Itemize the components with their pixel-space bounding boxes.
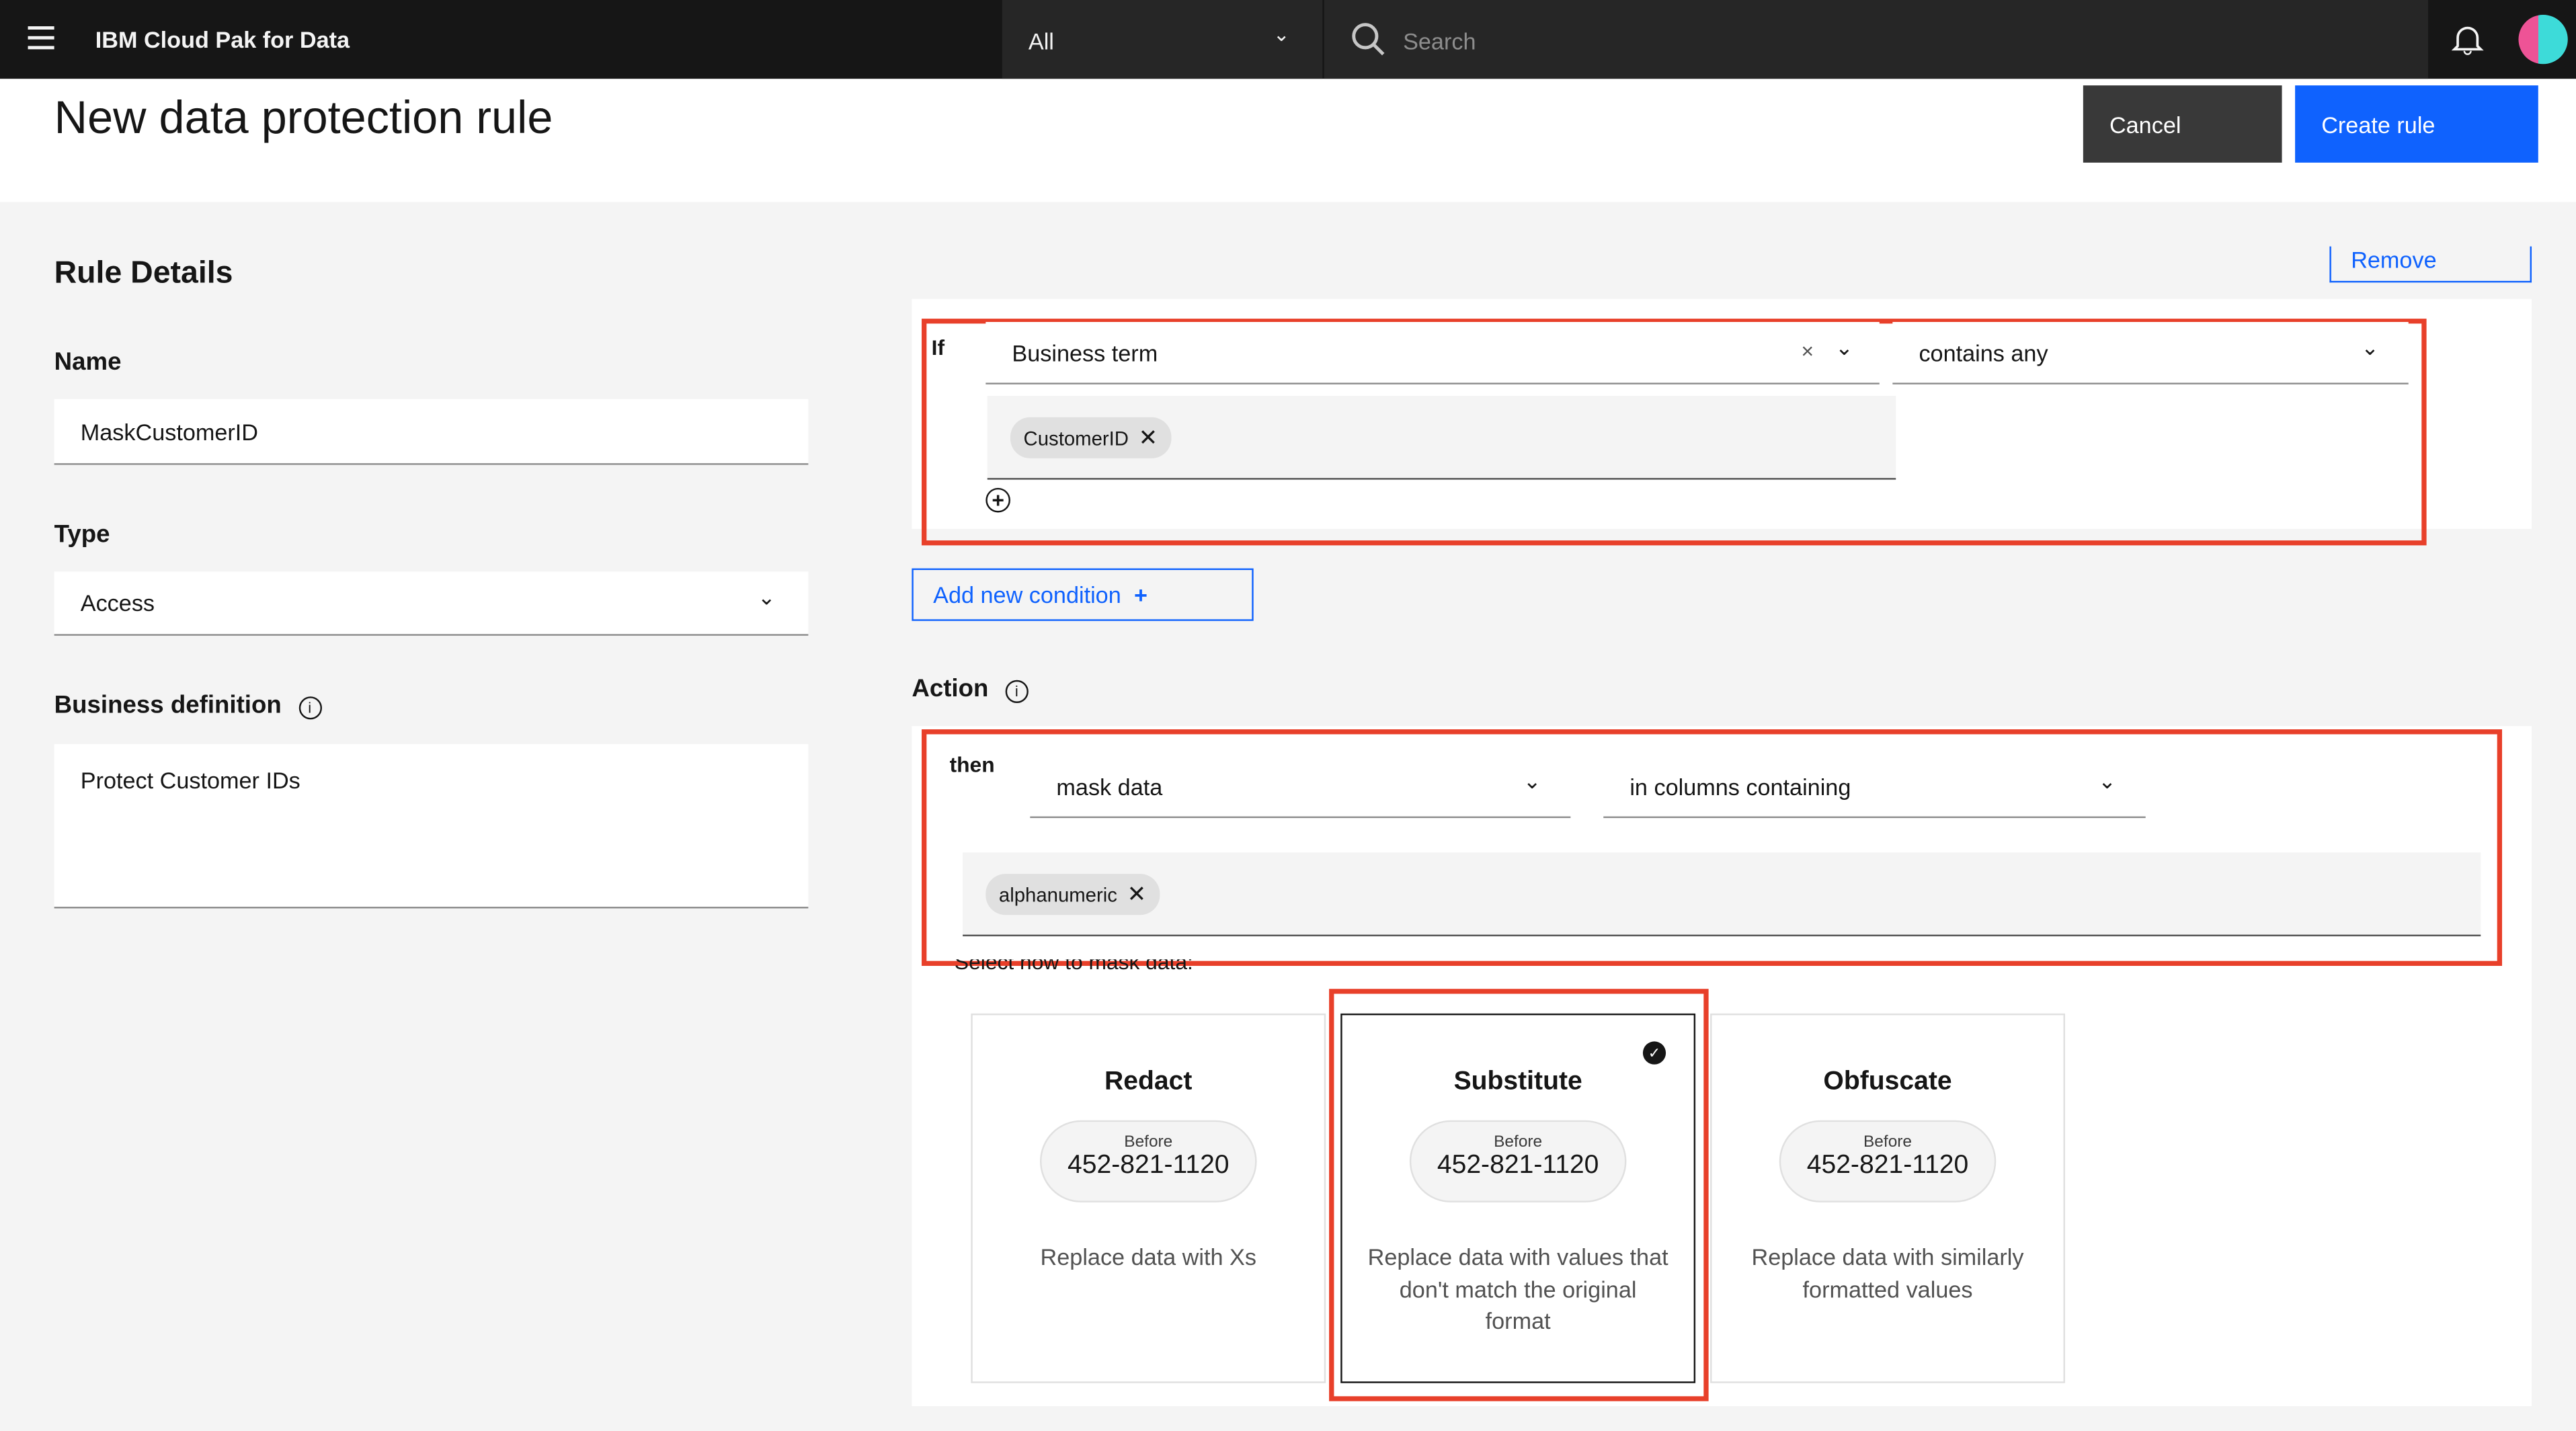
plus-icon: + (1134, 581, 1148, 608)
add-condition-label: Add new condition (933, 581, 1121, 608)
page-header: New data protection rule Cancel Create r… (0, 79, 2576, 202)
name-label: Name (54, 348, 122, 376)
then-label: then (949, 752, 995, 777)
before-label: Before (1863, 1133, 1913, 1152)
chevron-down-icon: ⌄ (1523, 768, 1541, 794)
option-description: Replace data with similarly formatted va… (1751, 1243, 2024, 1302)
search-bar[interactable]: Search (1324, 0, 2429, 79)
chevron-down-icon: ⌄ (2098, 768, 2116, 794)
sample-pill: Before 452-821-1120 (1779, 1120, 1997, 1202)
action-verb-select[interactable]: mask data ⌄ (1030, 755, 1571, 819)
before-label: Before (1124, 1133, 1173, 1152)
sample-value: 452-821-1120 (1067, 1151, 1230, 1180)
business-definition-text: Business definition (54, 691, 282, 720)
action-heading: Action i (912, 675, 1029, 703)
chevron-down-icon: ⌄ (757, 585, 776, 610)
action-scope-value: in columns containing (1629, 772, 1851, 799)
tag: CustomerID ✕ (1010, 417, 1171, 458)
name-input[interactable]: MaskCustomerID (54, 399, 809, 465)
option-description: Replace data with Xs (1040, 1243, 1256, 1270)
scope-value: All (1028, 28, 1054, 54)
top-nav-bar: IBM Cloud Pak for Data All ⌄ Search (0, 0, 2576, 79)
avatar[interactable] (2518, 14, 2568, 65)
type-label: Type (54, 520, 110, 549)
sample-value: 452-821-1120 (1806, 1151, 1969, 1180)
cancel-button[interactable]: Cancel (2083, 85, 2282, 163)
app-title[interactable]: IBM Cloud Pak for Data (95, 26, 350, 52)
info-icon[interactable]: i (1005, 680, 1029, 703)
tag-label: alphanumeric (998, 883, 1117, 906)
business-definition-label: Business definition i (54, 692, 321, 720)
info-icon[interactable]: i (298, 696, 321, 720)
tag: alphanumeric ✕ (985, 874, 1160, 915)
select-mask-label: Select how to mask data: (954, 959, 1193, 975)
tag-label: CustomerID (1023, 426, 1129, 450)
page-title: New data protection rule (54, 91, 553, 143)
operator-value: contains any (1919, 339, 2048, 366)
mask-option-obfuscate[interactable]: Obfuscate Before 452-821-1120 Replace dat… (1710, 1013, 2065, 1383)
search-icon (1352, 23, 1385, 56)
menu-icon[interactable] (28, 26, 54, 50)
clear-icon[interactable]: × (1801, 338, 1814, 363)
add-circle-icon[interactable]: + (985, 487, 1010, 513)
search-placeholder: Search (1403, 28, 1476, 54)
type-value: Access (80, 589, 155, 616)
scope-dropdown[interactable]: All ⌄ (1002, 0, 1323, 79)
action-verb-value: mask data (1056, 772, 1163, 799)
close-icon[interactable]: ✕ (1127, 881, 1147, 909)
rule-details-heading: Rule Details (54, 256, 233, 291)
business-definition-textarea[interactable]: Protect Customer IDs (54, 744, 809, 909)
option-title: Obfuscate (1823, 1067, 1952, 1096)
action-heading-text: Action (912, 675, 989, 703)
notification-bell-icon[interactable] (2451, 23, 2484, 56)
chevron-down-icon: ⌄ (1273, 23, 1290, 46)
mask-option-redact[interactable]: Redact Before 452-821-1120 Replace data w… (971, 1013, 1326, 1383)
type-select[interactable]: Access ⌄ (54, 571, 809, 636)
create-rule-button[interactable]: Create rule (2295, 85, 2538, 163)
property-select[interactable]: Business term × ⌄ (985, 322, 1880, 384)
close-icon[interactable]: ✕ (1139, 424, 1158, 452)
remove-button[interactable]: Remove (2329, 246, 2532, 283)
add-new-condition-button[interactable]: Add new condition + (912, 568, 1254, 621)
property-value: Business term (1012, 339, 1158, 366)
option-title: Redact (1104, 1067, 1193, 1096)
condition-tags-input[interactable]: CustomerID ✕ (987, 395, 1896, 480)
substitute-highlight (1329, 989, 1709, 1401)
chevron-down-icon: ⌄ (1835, 335, 1853, 360)
action-scope-select[interactable]: in columns containing ⌄ (1603, 755, 2146, 819)
operator-select[interactable]: contains any ⌄ (1892, 322, 2409, 384)
if-label: If (931, 335, 945, 360)
sample-pill: Before 452-821-1120 (1039, 1120, 1257, 1202)
chevron-down-icon: ⌄ (2361, 335, 2379, 360)
action-tags-input[interactable]: alphanumeric ✕ (963, 852, 2481, 937)
